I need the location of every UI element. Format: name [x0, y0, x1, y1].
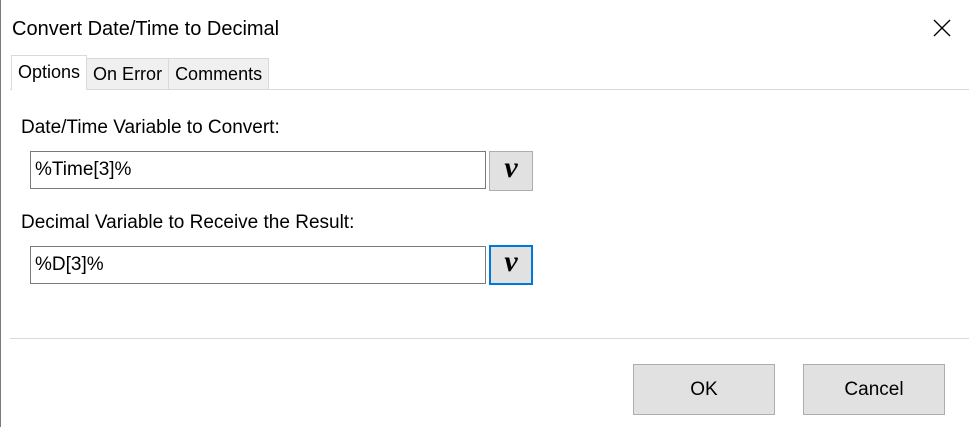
tab-comments[interactable]: Comments	[168, 58, 270, 90]
options-panel: Date/Time Variable to Convert: v Decimal…	[10, 89, 969, 339]
datetime-variable-picker-button[interactable]: v	[489, 151, 533, 191]
dialog-window: Convert Date/Time to Decimal Options On …	[0, 0, 969, 427]
decimal-variable-label: Decimal Variable to Receive the Result:	[21, 212, 355, 233]
tab-options[interactable]: Options	[11, 55, 88, 90]
datetime-variable-label: Date/Time Variable to Convert:	[21, 117, 280, 138]
datetime-variable-input[interactable]	[30, 151, 486, 189]
cancel-button[interactable]: Cancel	[803, 364, 945, 415]
decimal-variable-picker-button[interactable]: v	[489, 245, 533, 285]
tab-on-error[interactable]: On Error	[86, 58, 170, 90]
title-bar: Convert Date/Time to Decimal	[1, 0, 969, 56]
close-button[interactable]	[927, 13, 957, 43]
tab-strip: Options On Error Comments	[11, 55, 270, 90]
ok-button[interactable]: OK	[633, 364, 775, 415]
close-icon	[933, 19, 951, 37]
decimal-variable-input[interactable]	[30, 246, 486, 284]
window-title: Convert Date/Time to Decimal	[12, 18, 280, 40]
